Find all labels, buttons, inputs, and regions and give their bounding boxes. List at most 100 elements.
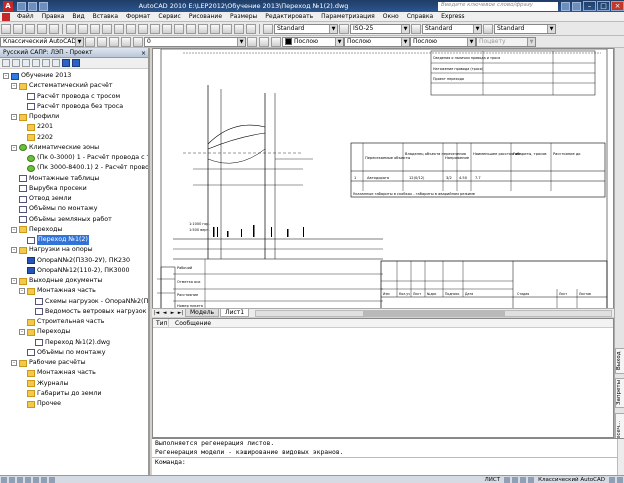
- sun-icon[interactable]: [121, 36, 131, 47]
- save-icon[interactable]: [39, 1, 48, 11]
- linetype-select[interactable]: Послою ▼: [344, 36, 410, 47]
- sheet-set-icon[interactable]: [222, 23, 232, 34]
- menu-draw[interactable]: Рисование: [185, 13, 226, 20]
- expand-toggle-icon[interactable]: -: [19, 329, 25, 336]
- pan-icon[interactable]: [138, 23, 148, 34]
- tree-item[interactable]: - Переходы: [0, 225, 148, 235]
- tree-item[interactable]: - Рабочие расчёты: [0, 358, 148, 368]
- layer-select[interactable]: 0 ▼: [144, 36, 246, 47]
- tree-item[interactable]: Журналы: [0, 379, 148, 389]
- tree-item[interactable]: (Пк 3000-8400.1) 2 - Расчёт провода без …: [0, 163, 148, 173]
- zoom-icon[interactable]: [504, 476, 511, 483]
- expand-toggle-icon[interactable]: -: [11, 360, 17, 367]
- tree-item[interactable]: Переход №1(2): [0, 235, 148, 246]
- menu-parametric[interactable]: Параметризация: [317, 13, 379, 20]
- prev-tab-icon[interactable]: ◄: [161, 310, 168, 317]
- snap-icon[interactable]: [1, 476, 7, 483]
- paste-icon[interactable]: [90, 23, 100, 34]
- tree-item[interactable]: 2201: [0, 122, 148, 132]
- help-icon[interactable]: [572, 1, 581, 11]
- tree-item[interactable]: Объёмы по монтажу: [0, 348, 148, 358]
- tree-item[interactable]: Строительная часть: [0, 317, 148, 327]
- properties-icon[interactable]: [186, 23, 196, 34]
- help-icon[interactable]: [72, 59, 80, 67]
- tree-item[interactable]: Отвод земли: [0, 194, 148, 204]
- text-style-icon[interactable]: [263, 23, 273, 34]
- layer-previous-icon[interactable]: [259, 36, 269, 47]
- dim-style-icon[interactable]: [339, 23, 349, 34]
- close-button[interactable]: ×: [611, 1, 624, 11]
- drawing-canvas[interactable]: 1:1000 гор. 1:500 верт. Рабочий Отметка …: [152, 48, 614, 310]
- tree-item[interactable]: Объёмы земляных работ: [0, 215, 148, 225]
- menu-express[interactable]: Express: [437, 13, 468, 20]
- tab-model[interactable]: Модель: [185, 309, 220, 317]
- workspace-icon[interactable]: [528, 476, 535, 483]
- open-icon[interactable]: [28, 1, 37, 11]
- grid-icon[interactable]: [9, 476, 15, 483]
- tool-palettes-icon[interactable]: [210, 23, 220, 34]
- multileader-style-select[interactable]: Standard ▼: [494, 23, 556, 34]
- multileader-style-icon[interactable]: [483, 23, 493, 34]
- command-window[interactable]: Выполняется регенерация листов. Регенера…: [152, 438, 624, 476]
- undo-icon[interactable]: [114, 23, 124, 34]
- dim-style-select[interactable]: ISO-25 ▼: [350, 23, 410, 34]
- last-tab-icon[interactable]: ►|: [177, 310, 184, 317]
- tree-item[interactable]: Габариты до земли: [0, 389, 148, 399]
- text-style-select[interactable]: Standard ▼: [274, 23, 338, 34]
- tree-item[interactable]: Прочее: [0, 399, 148, 409]
- lock-icon[interactable]: [133, 36, 143, 47]
- tree-item[interactable]: - Обучение 2013: [0, 71, 148, 81]
- first-tab-icon[interactable]: |◄: [153, 310, 160, 317]
- expand-toggle-icon[interactable]: -: [19, 288, 25, 295]
- binoculars-icon[interactable]: [561, 1, 570, 11]
- save-project-icon[interactable]: [22, 59, 30, 67]
- expand-toggle-icon[interactable]: -: [11, 278, 17, 285]
- tree-item[interactable]: Ведомость ветровых нагрузок - Опора: [0, 307, 148, 317]
- osnap-icon[interactable]: [33, 476, 39, 483]
- tree-item[interactable]: Расчёт провода без троса: [0, 102, 148, 112]
- expand-toggle-icon[interactable]: -: [11, 114, 17, 121]
- workspace-settings-icon[interactable]: [85, 36, 95, 47]
- fullscreen-icon[interactable]: [617, 476, 623, 483]
- open-project-icon[interactable]: [12, 59, 20, 67]
- next-tab-icon[interactable]: ►: [169, 310, 176, 317]
- tree-item[interactable]: - Систематический расчёт: [0, 81, 148, 91]
- menu-tools[interactable]: Сервис: [154, 13, 184, 20]
- menu-help[interactable]: Справка: [403, 13, 437, 20]
- tree-item[interactable]: - Переходы: [0, 327, 148, 337]
- ortho-icon[interactable]: [17, 476, 23, 483]
- menu-insert[interactable]: Вставка: [89, 13, 122, 20]
- preview-icon[interactable]: [49, 23, 59, 34]
- autocad-logo-icon[interactable]: A: [3, 1, 13, 11]
- lightbulb-icon[interactable]: [109, 36, 119, 47]
- horizontal-scrollbar[interactable]: [255, 309, 612, 317]
- layer-properties-icon[interactable]: [97, 36, 107, 47]
- side-tab-output[interactable]: Выход: [615, 348, 624, 374]
- match-properties-icon[interactable]: [102, 23, 112, 34]
- menu-file[interactable]: Файл: [13, 13, 38, 20]
- expand-toggle-icon[interactable]: -: [11, 83, 17, 90]
- tree-item[interactable]: Схемы нагрузок - ОпораN№2(П110-4В),: [0, 297, 148, 307]
- tab-layout1[interactable]: Лист1: [220, 309, 250, 317]
- workspace-select[interactable]: Классический AutoCAD ▼: [0, 36, 84, 47]
- maximize-button[interactable]: □: [597, 1, 610, 11]
- folder-icon[interactable]: [52, 59, 60, 67]
- tree-item[interactable]: Монтажные таблицы: [0, 174, 148, 184]
- color-select[interactable]: Послою ▼: [282, 36, 344, 47]
- lineweight-select[interactable]: Послою ▼: [410, 36, 476, 47]
- tree-item[interactable]: Объёмы по монтажу: [0, 204, 148, 214]
- tree-item[interactable]: Вырубка просеки: [0, 184, 148, 194]
- menu-modify[interactable]: Редактировать: [261, 13, 317, 20]
- menu-view[interactable]: Вид: [68, 13, 88, 20]
- cut-icon[interactable]: [66, 23, 76, 34]
- space-mode-label[interactable]: ЛИСТ: [485, 477, 500, 483]
- zoom-window-icon[interactable]: [162, 23, 172, 34]
- open-icon[interactable]: [13, 23, 23, 34]
- command-prompt[interactable]: Команда:: [152, 457, 624, 466]
- table-style-icon[interactable]: [411, 23, 421, 34]
- tree-item[interactable]: ОпораN№12(110-2), ПК3000: [0, 266, 148, 276]
- calculator-icon[interactable]: [246, 23, 256, 34]
- tree-item[interactable]: - Выходные документы: [0, 276, 148, 286]
- otrack-icon[interactable]: [41, 476, 47, 483]
- menu-dimension[interactable]: Размеры: [226, 13, 261, 20]
